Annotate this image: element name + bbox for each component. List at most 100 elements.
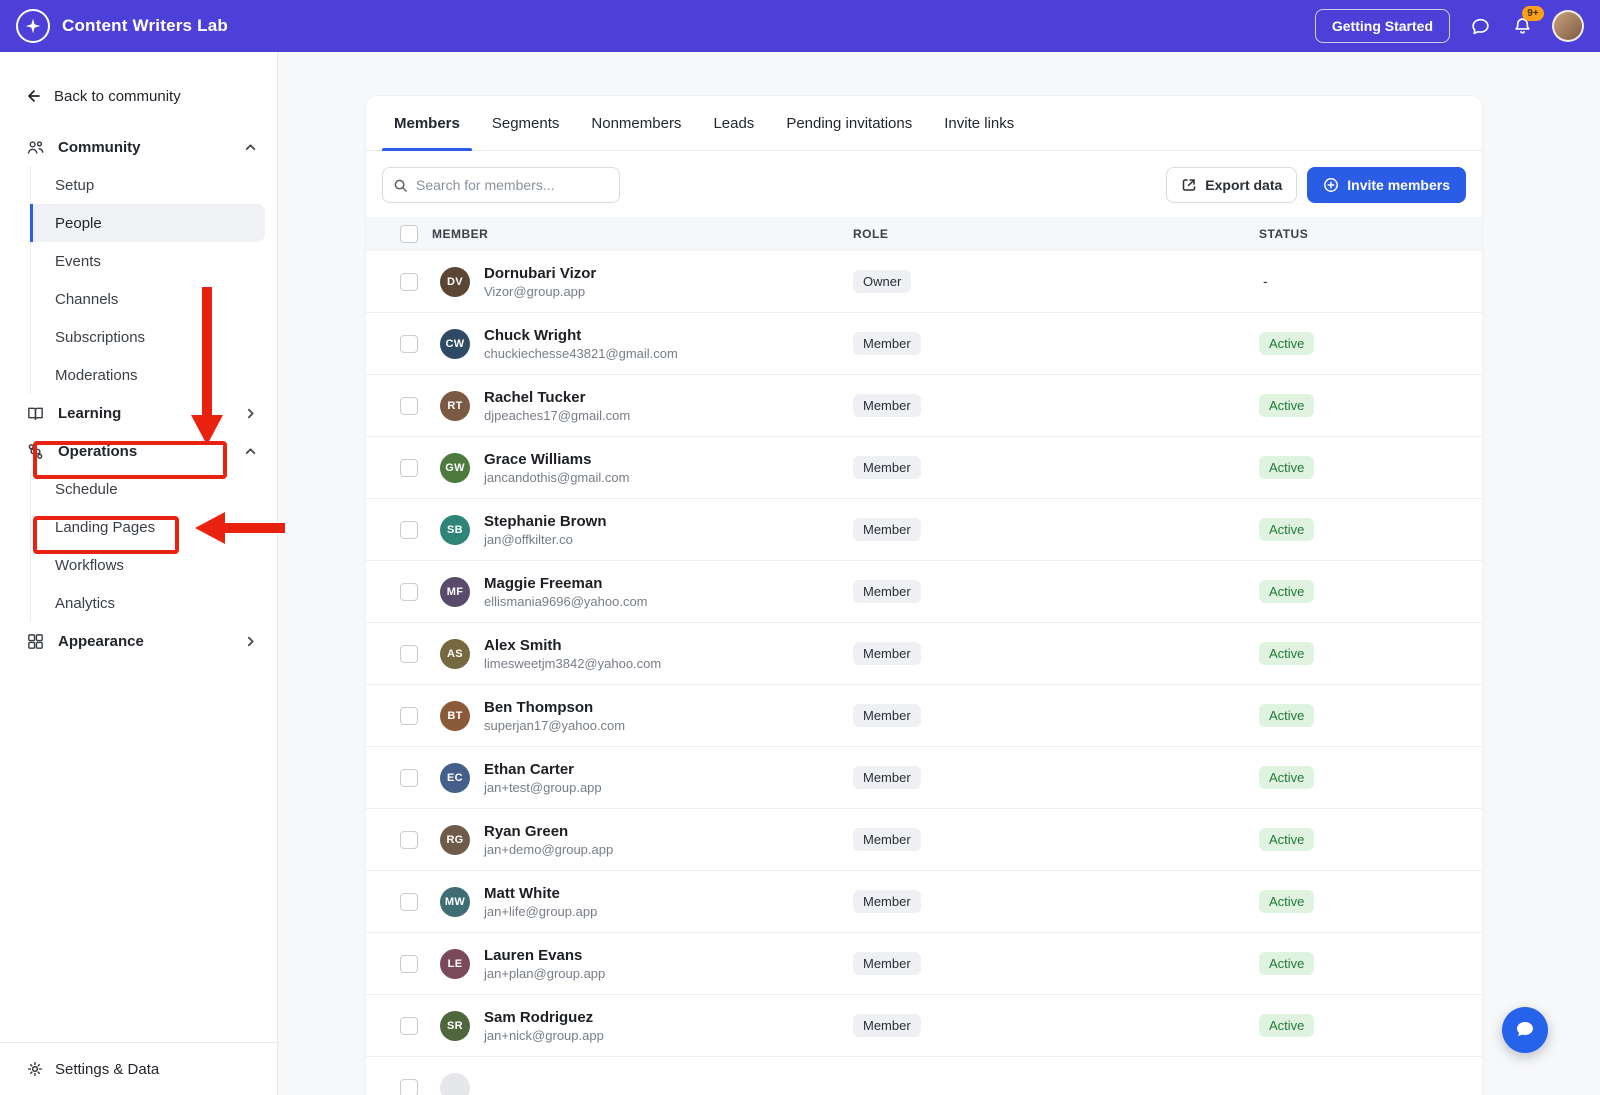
role-badge: Member bbox=[853, 828, 921, 851]
gear-icon bbox=[26, 1060, 44, 1078]
community-icon bbox=[26, 138, 45, 157]
table-row[interactable]: GWGrace Williamsjancandothis@gmail.comMe… bbox=[366, 437, 1482, 499]
sidebar-item-subscriptions[interactable]: Subscriptions bbox=[31, 318, 265, 356]
tab-invite-links[interactable]: Invite links bbox=[932, 96, 1026, 150]
sidebar-section-community[interactable]: Community bbox=[0, 128, 277, 166]
topbar: Content Writers Lab Getting Started 9+ bbox=[0, 0, 1600, 52]
row-checkbox[interactable] bbox=[400, 1079, 418, 1095]
table-row[interactable]: BTBen Thompsonsuperjan17@yahoo.comMember… bbox=[366, 685, 1482, 747]
table-row[interactable]: SBStephanie Brownjan@offkilter.coMemberA… bbox=[366, 499, 1482, 561]
table-row[interactable]: MFMaggie Freemanellismania9696@yahoo.com… bbox=[366, 561, 1482, 623]
member-email: ellismania9696@yahoo.com bbox=[484, 594, 853, 609]
status-badge: Active bbox=[1259, 456, 1314, 479]
member-email: chuckiechesse43821@gmail.com bbox=[484, 346, 853, 361]
invite-members-button[interactable]: Invite members bbox=[1307, 167, 1466, 203]
row-checkbox[interactable] bbox=[400, 583, 418, 601]
export-data-button[interactable]: Export data bbox=[1166, 167, 1297, 203]
export-icon bbox=[1181, 177, 1197, 193]
member-name: Ben Thompson bbox=[484, 699, 853, 716]
toolbar: Export data Invite members bbox=[366, 151, 1482, 217]
member-email: limesweetjm3842@yahoo.com bbox=[484, 656, 853, 671]
sidebar-item-setup[interactable]: Setup bbox=[31, 166, 265, 204]
status-badge: Active bbox=[1259, 704, 1314, 727]
sidebar-item-settings-data[interactable]: Settings & Data bbox=[0, 1042, 277, 1095]
chat-launcher-button[interactable] bbox=[1502, 1007, 1548, 1053]
role-badge: Member bbox=[853, 952, 921, 975]
member-email: jancandothis@gmail.com bbox=[484, 470, 853, 485]
row-checkbox[interactable] bbox=[400, 521, 418, 539]
table-row[interactable]: MWMatt Whitejan+life@group.appMemberActi… bbox=[366, 871, 1482, 933]
member-avatar: SR bbox=[440, 1011, 470, 1041]
table-row[interactable]: RTRachel Tuckerdjpeaches17@gmail.comMemb… bbox=[366, 375, 1482, 437]
sidebar-item-moderations[interactable]: Moderations bbox=[31, 356, 265, 394]
sidebar-item-analytics[interactable]: Analytics bbox=[31, 584, 265, 622]
row-checkbox[interactable] bbox=[400, 707, 418, 725]
members-card: MembersSegmentsNonmembersLeadsPending in… bbox=[365, 95, 1483, 1095]
member-email: djpeaches17@gmail.com bbox=[484, 408, 853, 423]
select-all-checkbox[interactable] bbox=[400, 225, 418, 243]
member-name: Dornubari Vizor bbox=[484, 265, 853, 282]
search-input[interactable] bbox=[416, 177, 609, 193]
sidebar-item-people[interactable]: People bbox=[30, 204, 265, 242]
sidebar-item-events[interactable]: Events bbox=[31, 242, 265, 280]
member-avatar: RG bbox=[440, 825, 470, 855]
chevron-up-icon bbox=[244, 141, 257, 154]
member-avatar: DV bbox=[440, 267, 470, 297]
row-checkbox[interactable] bbox=[400, 769, 418, 787]
sidebar-section-appearance[interactable]: Appearance bbox=[0, 622, 277, 660]
status-badge: Active bbox=[1259, 332, 1314, 355]
table-row[interactable]: CWChuck Wrightchuckiechesse43821@gmail.c… bbox=[366, 313, 1482, 375]
member-name: Grace Williams bbox=[484, 451, 853, 468]
status-badge: Active bbox=[1259, 890, 1314, 913]
learning-icon bbox=[26, 404, 45, 423]
user-avatar[interactable] bbox=[1552, 10, 1584, 42]
app-logo[interactable] bbox=[16, 9, 50, 43]
row-checkbox[interactable] bbox=[400, 1017, 418, 1035]
role-column-header: ROLE bbox=[853, 227, 1259, 241]
tab-pending-invitations[interactable]: Pending invitations bbox=[774, 96, 924, 150]
row-checkbox[interactable] bbox=[400, 459, 418, 477]
status-badge: Active bbox=[1259, 394, 1314, 417]
member-avatar: SB bbox=[440, 515, 470, 545]
row-checkbox[interactable] bbox=[400, 955, 418, 973]
row-checkbox[interactable] bbox=[400, 645, 418, 663]
member-avatar bbox=[440, 1073, 470, 1095]
member-name: Rachel Tucker bbox=[484, 389, 853, 406]
role-badge: Owner bbox=[853, 270, 911, 293]
role-badge: Member bbox=[853, 332, 921, 355]
tab-leads[interactable]: Leads bbox=[701, 96, 766, 150]
back-to-community[interactable]: Back to community bbox=[0, 76, 277, 116]
sidebar-item-workflows[interactable]: Workflows bbox=[31, 546, 265, 584]
app-title: Content Writers Lab bbox=[62, 16, 228, 36]
table-row[interactable]: LELauren Evansjan+plan@group.appMemberAc… bbox=[366, 933, 1482, 995]
table-row[interactable]: RGRyan Greenjan+demo@group.appMemberActi… bbox=[366, 809, 1482, 871]
table-row[interactable]: ECEthan Carterjan+test@group.appMemberAc… bbox=[366, 747, 1482, 809]
notifications-icon[interactable]: 9+ bbox=[1510, 14, 1534, 38]
role-badge: Member bbox=[853, 456, 921, 479]
sidebar-section-learning[interactable]: Learning bbox=[0, 394, 277, 432]
row-checkbox[interactable] bbox=[400, 397, 418, 415]
search-icon bbox=[393, 178, 408, 193]
tab-nonmembers[interactable]: Nonmembers bbox=[579, 96, 693, 150]
row-checkbox[interactable] bbox=[400, 273, 418, 291]
row-checkbox[interactable] bbox=[400, 831, 418, 849]
member-avatar: MW bbox=[440, 887, 470, 917]
table-row[interactable]: SRSam Rodriguezjan+nick@group.appMemberA… bbox=[366, 995, 1482, 1057]
table-row[interactable]: ASAlex Smithlimesweetjm3842@yahoo.comMem… bbox=[366, 623, 1482, 685]
row-checkbox[interactable] bbox=[400, 335, 418, 353]
operations-icon bbox=[26, 442, 45, 461]
role-badge: Member bbox=[853, 766, 921, 789]
getting-started-button[interactable]: Getting Started bbox=[1315, 9, 1450, 43]
tab-segments[interactable]: Segments bbox=[480, 96, 572, 150]
messages-icon[interactable] bbox=[1468, 14, 1492, 38]
table-row[interactable]: DVDornubari VizorVizor@group.appOwner- bbox=[366, 251, 1482, 313]
row-checkbox[interactable] bbox=[400, 893, 418, 911]
sidebar-item-landing-pages[interactable]: Landing Pages bbox=[31, 508, 265, 546]
member-name: Ryan Green bbox=[484, 823, 853, 840]
tab-members[interactable]: Members bbox=[382, 96, 472, 150]
sidebar-item-channels[interactable]: Channels bbox=[31, 280, 265, 318]
search-box[interactable] bbox=[382, 167, 620, 203]
sidebar-section-operations[interactable]: Operations bbox=[0, 432, 277, 470]
notification-badge: 9+ bbox=[1522, 6, 1544, 21]
sidebar-item-schedule[interactable]: Schedule bbox=[31, 470, 265, 508]
